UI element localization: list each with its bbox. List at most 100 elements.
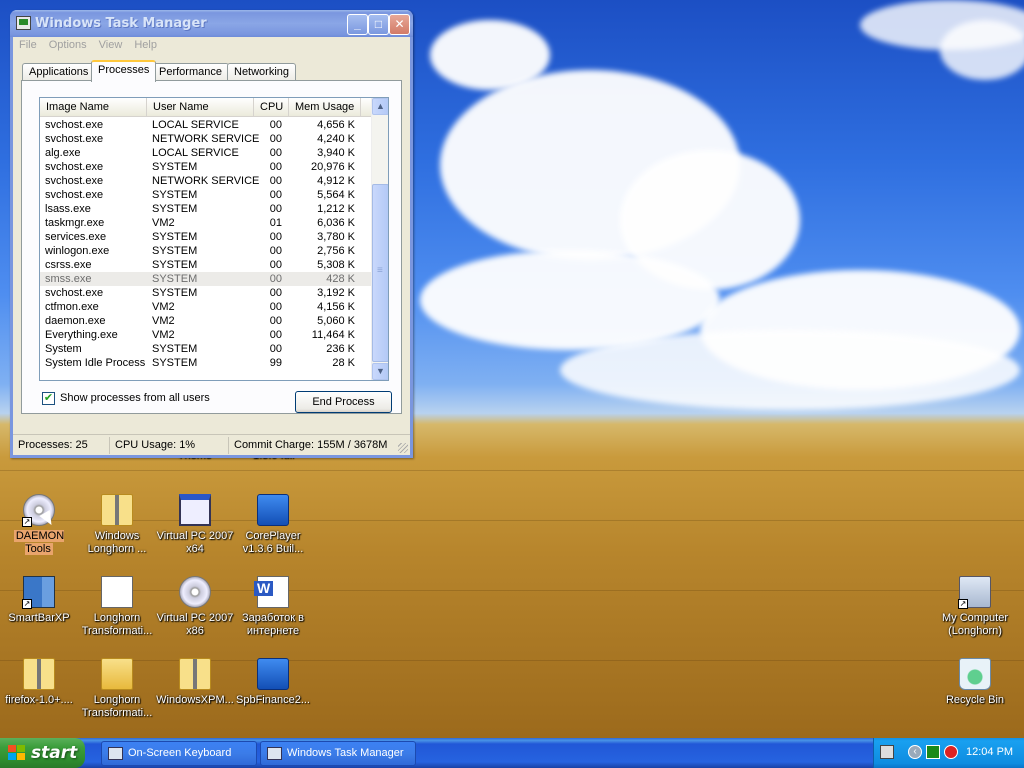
process-cpu: 00 (269, 175, 282, 187)
windows-flag-icon (8, 745, 26, 761)
process-row[interactable]: alg.exe LOCAL SERVICE 00 3,940 K (40, 146, 373, 160)
process-row[interactable]: svchost.exe SYSTEM 00 3,192 K (40, 286, 373, 300)
vertical-scrollbar[interactable]: ▲ ▼ (371, 98, 388, 380)
desktop-icon-spbfinance[interactable]: SpbFinance2... (234, 658, 312, 707)
desktop-icon-label: Windows Longhorn ... (87, 530, 147, 555)
process-row[interactable]: daemon.exe VM2 00 5,060 K (40, 314, 373, 328)
process-cpu: 99 (269, 357, 282, 369)
desktop-icon-smartbarxp[interactable]: ↗ SmartBarXP (0, 576, 78, 625)
desktop-icon-word-document[interactable]: Заработок в интернете (234, 576, 312, 638)
process-row[interactable]: lsass.exe SYSTEM 00 1,212 K (40, 202, 373, 216)
show-all-processes-checkbox[interactable]: ✔ (42, 392, 55, 405)
process-cpu: 00 (269, 259, 282, 271)
desktop-icon-windows-longhorn[interactable]: Windows Longhorn ... (78, 494, 156, 556)
process-cpu: 01 (269, 217, 282, 229)
process-mem-usage: 5,564 K (317, 189, 355, 201)
process-image-name: lsass.exe (45, 203, 91, 215)
process-row[interactable]: svchost.exe NETWORK SERVICE 00 4,912 K (40, 174, 373, 188)
desktop-icon-daemon-tools[interactable]: ↗ DAEMON Tools (0, 494, 78, 556)
process-row[interactable]: smss.exe SYSTEM 00 428 K (40, 272, 373, 286)
tab-processes[interactable]: Processes (91, 60, 157, 82)
process-row[interactable]: services.exe SYSTEM 00 3,780 K (40, 230, 373, 244)
process-row[interactable]: ctfmon.exe VM2 00 4,156 K (40, 300, 373, 314)
process-image-name: svchost.exe (45, 189, 104, 201)
process-row[interactable]: csrss.exe SYSTEM 00 5,308 K (40, 258, 373, 272)
process-mem-usage: 4,156 K (317, 301, 355, 313)
desktop-icon-label: SpbFinance2... (236, 694, 310, 706)
desktop-icon-my-computer[interactable]: ↗ My Computer (Longhorn) (936, 576, 1014, 638)
process-mem-usage: 236 K (326, 343, 355, 355)
desktop-icon-windowsxpm[interactable]: WindowsXPM... (156, 658, 234, 707)
desktop-icon-coreplayer[interactable]: CorePlayer v1.3.6 Buil... (234, 494, 312, 556)
process-row[interactable]: System SYSTEM 00 236 K (40, 342, 373, 356)
process-image-name: svchost.exe (45, 119, 104, 131)
process-row[interactable]: winlogon.exe SYSTEM 00 2,756 K (40, 244, 373, 258)
window-app-icon (179, 494, 211, 526)
close-button[interactable]: ✕ (389, 14, 410, 35)
scroll-down-button[interactable]: ▼ (372, 363, 388, 380)
status-bar: Processes: 25 CPU Usage: 1% Commit Charg… (13, 434, 410, 455)
process-image-name: smss.exe (45, 273, 92, 285)
desktop-icon-virtual-pc-x64[interactable]: Virtual PC 2007 x64 (156, 494, 234, 556)
tab-networking[interactable]: Networking (227, 63, 297, 81)
desktop-icon-virtual-pc-x86[interactable]: Virtual PC 2007 x86 (156, 576, 234, 638)
process-image-name: winlogon.exe (45, 245, 110, 257)
start-button[interactable]: start (0, 738, 85, 768)
end-process-button[interactable]: End Process (295, 391, 392, 413)
scroll-thumb[interactable] (372, 184, 388, 362)
process-row[interactable]: taskmgr.exe VM2 01 6,036 K (40, 216, 373, 230)
task-manager-icon (267, 747, 282, 760)
process-row[interactable]: Everything.exe VM2 00 11,464 K (40, 328, 373, 342)
keyboard-tray-icon[interactable] (880, 745, 894, 759)
task-manager-window[interactable]: Windows Task Manager _ □ ✕ File Options Vi… (10, 10, 413, 458)
process-user-name: VM2 (152, 301, 175, 313)
process-user-name: SYSTEM (152, 287, 198, 299)
minimize-button[interactable]: _ (347, 14, 368, 35)
process-mem-usage: 4,240 K (317, 133, 355, 145)
clock[interactable]: 12:04 PM (966, 746, 1013, 758)
process-cpu: 00 (269, 287, 282, 299)
daemon-tray-icon[interactable] (944, 745, 958, 759)
desktop-icon-recycle-bin[interactable]: Recycle Bin (936, 658, 1014, 707)
menu-view[interactable]: View (93, 37, 129, 51)
processes-panel: Image Name User Name CPU Mem Usage svcho… (21, 80, 402, 414)
column-mem-usage[interactable]: Mem Usage (289, 98, 361, 116)
tab-performance[interactable]: Performance (152, 63, 229, 81)
folder-icon (101, 658, 133, 690)
process-cpu: 00 (269, 231, 282, 243)
desktop-icon-label: firefox-1.0+.... (5, 694, 73, 706)
green-tray-icon[interactable] (926, 745, 940, 759)
desktop-icon-firefox[interactable]: firefox-1.0+.... (0, 658, 78, 707)
process-row[interactable]: svchost.exe SYSTEM 00 20,976 K (40, 160, 373, 174)
process-row[interactable]: svchost.exe SYSTEM 00 5,564 K (40, 188, 373, 202)
menu-options[interactable]: Options (43, 37, 93, 51)
process-row[interactable]: svchost.exe LOCAL SERVICE 00 4,656 K (40, 118, 373, 132)
title-bar[interactable]: Windows Task Manager _ □ ✕ (10, 10, 413, 37)
column-image-name[interactable]: Image Name (40, 98, 147, 116)
process-image-name: alg.exe (45, 147, 81, 159)
7z-archive-icon (101, 576, 133, 608)
process-row[interactable]: System Idle Process SYSTEM 99 28 K (40, 356, 373, 370)
desktop-icon-longhorn-transformation-7z[interactable]: Longhorn Transformati... (78, 576, 156, 638)
process-user-name: SYSTEM (152, 245, 198, 257)
process-image-name: svchost.exe (45, 287, 104, 299)
show-hidden-icons-button[interactable]: ‹ (908, 745, 922, 759)
scroll-up-button[interactable]: ▲ (372, 98, 388, 115)
taskbar-button-on-screen-keyboard[interactable]: On-Screen Keyboard (101, 741, 257, 766)
column-cpu[interactable]: CPU (254, 98, 289, 116)
zip-folder-icon (23, 658, 55, 690)
menu-help[interactable]: Help (128, 37, 163, 51)
process-mem-usage: 6,036 K (317, 217, 355, 229)
process-cpu: 00 (269, 273, 282, 285)
tab-applications[interactable]: Applications (22, 63, 96, 81)
taskbar: start On-Screen Keyboard Windows Task Ma… (0, 738, 1024, 768)
maximize-button[interactable]: □ (368, 14, 389, 35)
menu-file[interactable]: File (13, 37, 43, 51)
process-row[interactable]: svchost.exe NETWORK SERVICE 00 4,240 K (40, 132, 373, 146)
resize-grip[interactable] (398, 443, 408, 453)
process-list[interactable]: Image Name User Name CPU Mem Usage svcho… (39, 97, 389, 381)
status-commit-charge: Commit Charge: 155M / 3678M (234, 439, 388, 451)
column-user-name[interactable]: User Name (147, 98, 254, 116)
desktop-icon-longhorn-transformation-folder[interactable]: Longhorn Transformati... (78, 658, 156, 720)
taskbar-button-task-manager[interactable]: Windows Task Manager (260, 741, 416, 766)
